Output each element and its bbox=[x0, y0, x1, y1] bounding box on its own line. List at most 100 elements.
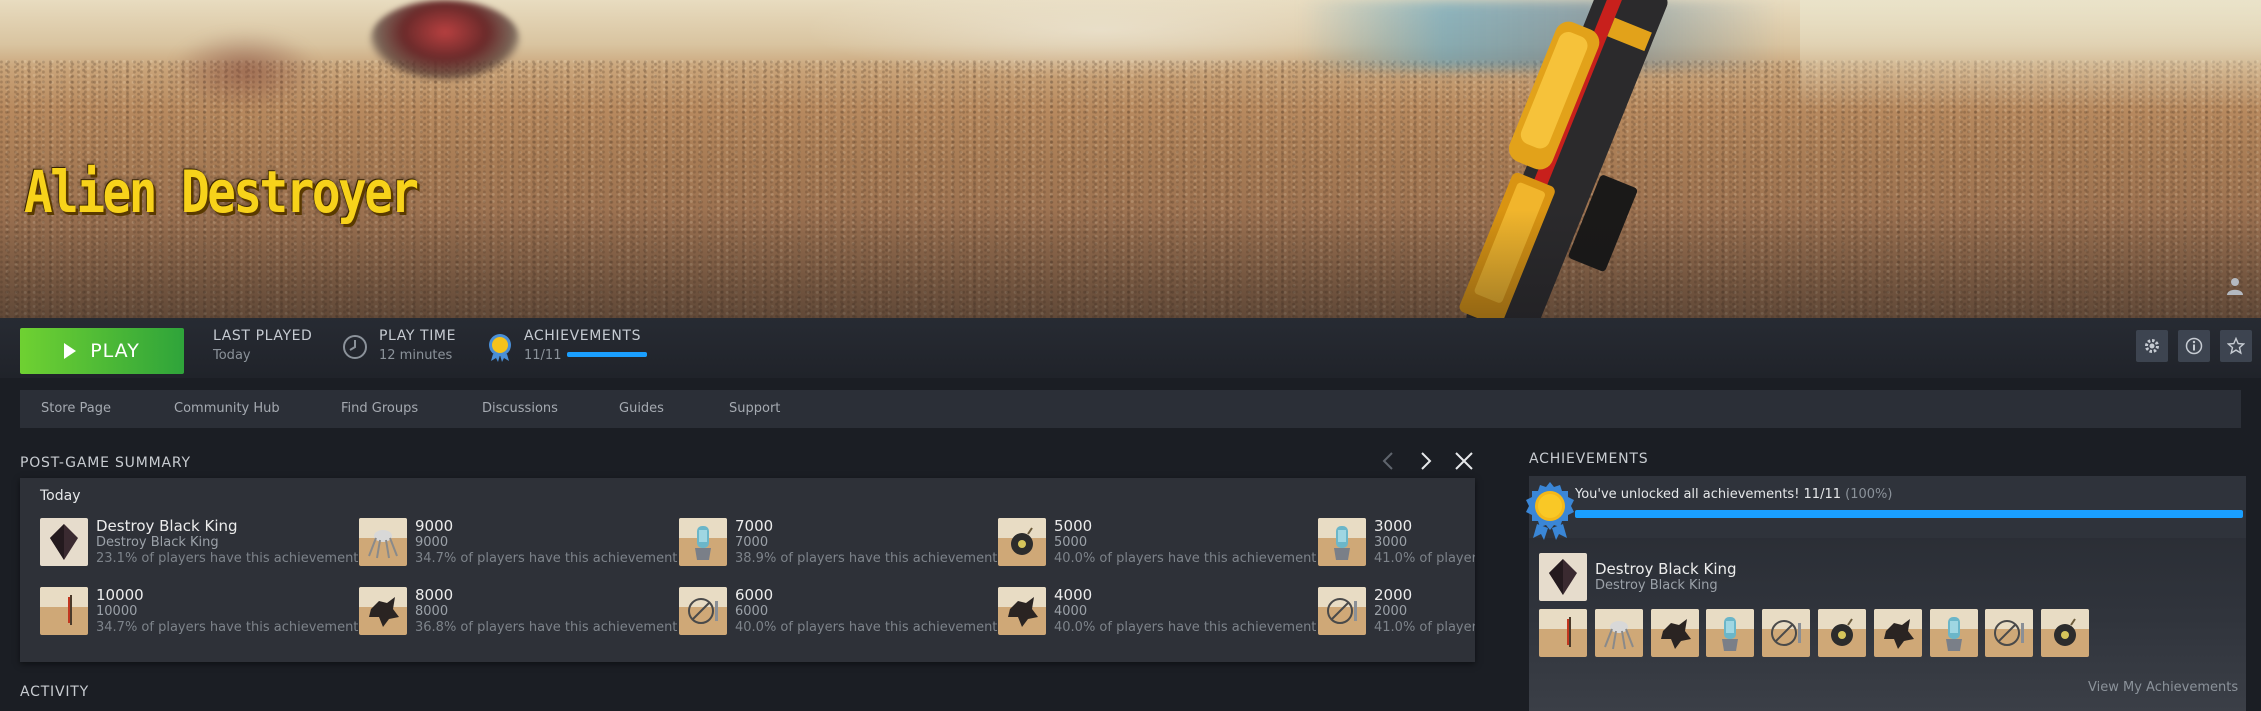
next-arrow-icon[interactable] bbox=[1414, 450, 1436, 472]
post-game-summary-title: POST-GAME SUMMARY bbox=[20, 455, 191, 471]
desert-achievement-icon bbox=[40, 587, 88, 635]
walker-achievement-icon bbox=[359, 518, 407, 566]
post-game-achievement-item[interactable]: 10000 10000 34.7% of players have this ach… bbox=[40, 586, 360, 637]
bomb-achievement-thumbnail[interactable] bbox=[2041, 609, 2090, 657]
user-icon[interactable] bbox=[2226, 276, 2244, 296]
creature-achievement-thumbnail[interactable] bbox=[1650, 609, 1699, 657]
achievement-name: 6000 bbox=[735, 586, 774, 604]
play-time-stat: PLAY TIME 12 minutes bbox=[379, 328, 456, 363]
achievement-rarity: 34.7% of players have this achievement bbox=[415, 551, 678, 566]
favorite-button[interactable] bbox=[2220, 330, 2252, 362]
post-game-summary-panel: Today Destroy Black King Destroy Black Ki… bbox=[20, 478, 1475, 662]
turret-achievement-icon bbox=[679, 518, 727, 566]
play-button-label: PLAY bbox=[90, 340, 140, 362]
view-my-achievements-link[interactable]: View My Achievements bbox=[2088, 680, 2238, 695]
achievement-name: 8000 bbox=[415, 586, 454, 604]
post-game-achievement-item[interactable]: 9000 9000 34.7% of players have this achie… bbox=[359, 517, 679, 568]
desert-achievement-thumbnail[interactable] bbox=[1539, 609, 1587, 657]
hero-sky bbox=[1800, 0, 2261, 110]
dial-achievement-icon bbox=[1318, 587, 1366, 635]
nav-community-hub[interactable]: Community Hub bbox=[174, 390, 280, 428]
nav-find-groups[interactable]: Find Groups bbox=[341, 390, 418, 428]
achievement-name: 4000 bbox=[1054, 586, 1093, 604]
achievement-description: 7000 bbox=[735, 535, 769, 550]
achievement-rarity: 34.7% of players have this achievement bbox=[96, 620, 359, 635]
post-game-achievement-item[interactable]: 5000 5000 40.0% of players have this achie… bbox=[998, 517, 1318, 568]
post-game-achievement-item[interactable]: 8000 8000 36.8% of players have this achie… bbox=[359, 586, 679, 637]
post-game-achievement-item[interactable]: 2000200041.0% of players have this achie… bbox=[1318, 586, 1475, 637]
hero-shade bbox=[0, 210, 2261, 318]
achievement-rarity: 23.1% of players have this achievement bbox=[96, 551, 359, 566]
achievement-description: 4000 bbox=[1054, 604, 1088, 619]
hero-blur-shape bbox=[170, 30, 320, 110]
post-game-achievement-item[interactable]: 7000 7000 38.9% of players have this achie… bbox=[679, 517, 999, 568]
achievement-description: 8000 bbox=[415, 604, 449, 619]
last-played-stat: LAST PLAYED Today bbox=[213, 328, 312, 363]
dial-achievement-icon bbox=[679, 587, 727, 635]
game-hero-banner: Alien Destroyer bbox=[0, 0, 2261, 318]
all-unlocked-percent: (100%) bbox=[1845, 487, 1893, 502]
game-action-bar: PLAY LAST PLAYED Today PLAY TIME 12 minu… bbox=[0, 318, 2261, 378]
all-unlocked-banner bbox=[1529, 476, 2246, 538]
prev-arrow-icon[interactable] bbox=[1378, 450, 1400, 472]
nav-store-page[interactable]: Store Page bbox=[41, 390, 111, 428]
play-button[interactable]: PLAY bbox=[20, 328, 184, 374]
settings-button[interactable] bbox=[2136, 330, 2168, 362]
play-time-label: PLAY TIME bbox=[379, 328, 457, 344]
achievement-name: 2000 bbox=[1374, 586, 1413, 604]
all-unlocked-progress-bar bbox=[1575, 510, 2243, 518]
achievement-name: 3000 bbox=[1374, 517, 1413, 535]
all-unlocked-text: You've unlocked all achievements! 11/11 … bbox=[1575, 487, 1892, 502]
achievement-name: 9000 bbox=[415, 517, 454, 535]
game-title-logo: Alien Destroyer bbox=[24, 158, 419, 226]
featured-achievement-icon[interactable] bbox=[1539, 553, 1587, 601]
bomb-achievement-icon bbox=[998, 518, 1046, 566]
post-game-achievement-item[interactable]: 6000 6000 40.0% of players have this achie… bbox=[679, 586, 999, 637]
last-played-value: Today bbox=[213, 348, 251, 363]
activity-title: ACTIVITY bbox=[20, 684, 89, 700]
achievement-description: 5000 bbox=[1054, 535, 1088, 550]
achievement-description: 6000 bbox=[735, 604, 769, 619]
post-game-achievement-item[interactable]: 3000300041.0% of players have this achie… bbox=[1318, 517, 1475, 568]
achievements-stat[interactable]: ACHIEVEMENTS 11/11 bbox=[524, 328, 641, 363]
game-nav-bar: Store Page Community Hub Find Groups Dis… bbox=[20, 390, 2241, 428]
turret-achievement-thumbnail[interactable] bbox=[1706, 609, 1755, 657]
achievements-panel-title: ACHIEVEMENTS bbox=[1529, 451, 1649, 467]
achievements-progress-fill bbox=[567, 352, 647, 357]
turret-achievement-icon bbox=[1318, 518, 1366, 566]
post-game-day-label: Today bbox=[40, 488, 81, 504]
achievements-label: ACHIEVEMENTS bbox=[524, 328, 642, 344]
achievement-description: 9000 bbox=[415, 535, 449, 550]
info-icon bbox=[2185, 337, 2203, 355]
achievement-rarity: 40.0% of players have this achievement bbox=[1054, 620, 1317, 635]
achievement-rarity: 38.9% of players have this achievement bbox=[735, 551, 998, 566]
dial-achievement-thumbnail[interactable] bbox=[1762, 609, 1811, 657]
nav-guides[interactable]: Guides bbox=[619, 390, 664, 428]
achievement-badge-icon bbox=[1526, 482, 1574, 540]
achievement-description: 2000 bbox=[1374, 604, 1408, 619]
turret-achievement-thumbnail[interactable] bbox=[1929, 609, 1978, 657]
info-button[interactable] bbox=[2178, 330, 2210, 362]
post-game-achievement-item[interactable]: Destroy Black King Destroy Black King 23.1… bbox=[40, 517, 360, 568]
dial-achievement-thumbnail[interactable] bbox=[1985, 609, 2034, 657]
creature-achievement-thumbnail[interactable] bbox=[1873, 609, 1922, 657]
all-unlocked-message: You've unlocked all achievements! 11/11 bbox=[1575, 487, 1841, 502]
featured-achievement-name: Destroy Black King bbox=[1595, 560, 1737, 578]
bomb-achievement-thumbnail[interactable] bbox=[1818, 609, 1866, 657]
nav-discussions[interactable]: Discussions bbox=[482, 390, 558, 428]
diamond-achievement-icon bbox=[40, 518, 88, 566]
achievement-name: Destroy Black King bbox=[96, 517, 238, 535]
achievement-name: 10000 bbox=[96, 586, 144, 604]
achievement-description: Destroy Black King bbox=[96, 535, 219, 550]
achievement-medal-icon bbox=[489, 334, 511, 362]
nav-support[interactable]: Support bbox=[729, 390, 780, 428]
achievement-name: 5000 bbox=[1054, 517, 1093, 535]
featured-achievement-desc: Destroy Black King bbox=[1595, 578, 1718, 593]
close-icon[interactable] bbox=[1453, 450, 1475, 472]
achievement-description: 3000 bbox=[1374, 535, 1408, 550]
creature-achievement-icon bbox=[998, 587, 1046, 635]
post-game-achievement-item[interactable]: 4000 4000 40.0% of players have this achie… bbox=[998, 586, 1318, 637]
walker-achievement-thumbnail[interactable] bbox=[1594, 609, 1643, 657]
achievement-rarity: 41.0% of players have this achievement bbox=[1374, 620, 1475, 635]
hero-red-vehicle bbox=[370, 0, 520, 80]
